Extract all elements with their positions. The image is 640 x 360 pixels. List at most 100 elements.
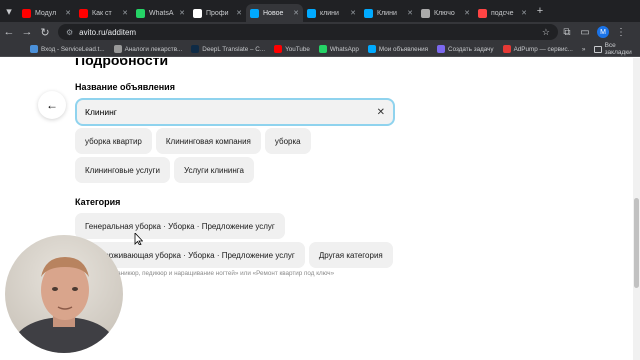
tab-close-icon[interactable]: ✕ [179, 9, 185, 17]
category-option[interactable]: Генеральная уборка · Уборка · Предложени… [75, 213, 285, 239]
browser-tab[interactable]: клини ✕ [303, 4, 360, 22]
back-nav-icon[interactable]: ← [0, 26, 18, 38]
browser-tab[interactable]: Модул ✕ [18, 4, 75, 22]
bookmark-item[interactable]: YouTube [274, 45, 310, 53]
bookmark-item[interactable]: WhatsApp [318, 45, 359, 53]
title-input-wrapper: ✕ [75, 98, 395, 126]
profile-avatar[interactable]: M [597, 26, 609, 38]
new-tab-icon[interactable]: + [531, 5, 549, 17]
bookmark-item[interactable]: Создать задачу [437, 45, 494, 53]
tab-label: подсче [491, 9, 514, 17]
tab-close-icon[interactable]: ✕ [407, 9, 413, 17]
tab-label: Как ст [92, 9, 112, 17]
tab-label: Профи [206, 9, 229, 17]
browser-tab[interactable]: Как ст ✕ [75, 4, 132, 22]
bookmark-favicon-icon [437, 45, 446, 53]
bookmark-item[interactable]: DeepL Translate – С... [191, 45, 265, 53]
browser-tab[interactable]: WhatsA ✕ [132, 4, 189, 22]
browser-tab[interactable]: Ключо ✕ [417, 4, 474, 22]
bookmark-item[interactable]: AdPump — сервис... [502, 45, 573, 53]
tab-close-icon[interactable]: ✕ [122, 9, 128, 17]
title-field-label: Название объявления [75, 82, 175, 92]
browser-toolbar: ← → ↻ ⚙ avito.ru/additem ☆ ⧉ ▭ M ⋮ [0, 22, 640, 42]
tab-label: Клини [377, 9, 397, 17]
tab-search-icon[interactable]: ▾ [0, 5, 18, 18]
arrow-left-icon: ← [46, 98, 58, 112]
tab-close-icon[interactable]: ✕ [65, 9, 71, 17]
page-title: Подробности [75, 58, 169, 68]
tab-label: клини [320, 9, 339, 17]
all-bookmarks[interactable]: Все закладки [594, 42, 634, 56]
tab-label: Ключо [434, 9, 455, 17]
browser-tab-bar: ▾ Модул ✕ Как ст ✕ WhatsA ✕ Профи ✕ Новое ✕ клини ✕… [0, 0, 640, 22]
category-row-2: Поддерживающая уборка · Уборка · Предлож… [75, 242, 397, 268]
url-text: avito.ru/additem [79, 27, 137, 37]
tab-label: Модул [35, 9, 57, 17]
tab-favicon-icon [79, 8, 88, 18]
tab-favicon-icon [307, 8, 316, 18]
bookmark-label: Создать задачу [448, 45, 494, 53]
forward-nav-icon[interactable]: → [18, 26, 36, 38]
downloads-icon[interactable]: ▭ [576, 27, 594, 38]
bookmark-favicon-icon [318, 45, 327, 53]
browser-tab[interactable]: Профи ✕ [189, 4, 246, 22]
bookmarks-bar: Вход - ServiceLead.t... Аналоги лекарств.… [0, 42, 640, 57]
suggestions-row-2: Клининговые услуги Услуги клининга [75, 157, 258, 183]
bookmark-favicon-icon [30, 45, 38, 53]
suggestion-chip[interactable]: уборка [264, 128, 311, 154]
bookmark-label: Вход - ServiceLead.t... [41, 45, 105, 53]
suggestion-chip[interactable]: Клининговые услуги [75, 157, 170, 183]
bookmark-star-icon[interactable]: ☆ [542, 27, 550, 38]
bookmark-label: AdPump — сервис... [513, 45, 573, 53]
bookmark-favicon-icon [502, 45, 511, 53]
tab-close-icon[interactable]: ✕ [350, 9, 356, 17]
suggestion-chip[interactable]: Услуги клининга [173, 157, 254, 183]
tab-label: Новое [263, 9, 284, 17]
bookmark-label: Мои объявления [378, 45, 429, 53]
bookmark-item[interactable]: Вход - ServiceLead.t... [30, 45, 105, 53]
suggestions-row-1: уборка квартир Клининговая компания убор… [75, 128, 315, 154]
menu-icon[interactable]: ⋮ [612, 27, 630, 38]
tab-close-icon[interactable]: ✕ [236, 9, 242, 17]
bookmark-label: YouTube [285, 45, 310, 53]
bookmark-favicon-icon [191, 45, 200, 53]
clear-input-icon[interactable]: ✕ [377, 107, 385, 118]
tab-favicon-icon [22, 8, 31, 18]
tab-favicon-icon [193, 8, 202, 18]
tab-favicon-icon [478, 8, 487, 18]
back-button[interactable]: ← [38, 91, 66, 119]
reload-icon[interactable]: ↻ [36, 26, 54, 39]
bookmarks-overflow-icon[interactable]: » [582, 46, 586, 53]
tab-favicon-icon [364, 8, 373, 18]
site-info-icon[interactable]: ⚙ [66, 28, 73, 37]
scrollbar-thumb[interactable] [634, 198, 639, 288]
suggestion-chip[interactable]: Клининговая компания [155, 128, 261, 154]
bookmark-label: Аналоги лекарств... [124, 45, 183, 53]
bookmark-favicon-icon [113, 45, 122, 53]
bookmark-label: WhatsApp [329, 45, 359, 53]
page-scrollbar[interactable] [633, 58, 640, 360]
category-label: Категория [75, 197, 121, 207]
bookmark-item[interactable]: Мои объявления [367, 45, 429, 53]
category-option[interactable]: Другая категория [308, 242, 393, 268]
tab-favicon-icon [136, 8, 145, 18]
bookmark-item[interactable]: Аналоги лекарств... [113, 45, 183, 53]
suggestion-chip[interactable]: уборка квартир [75, 128, 152, 154]
browser-tab[interactable]: Клини ✕ [360, 4, 417, 22]
tab-label: WhatsA [149, 9, 174, 17]
tab-close-icon[interactable]: ✕ [521, 9, 527, 17]
bookmark-favicon-icon [367, 45, 376, 53]
folder-icon [594, 45, 602, 53]
title-input[interactable] [85, 107, 377, 117]
tab-close-icon[interactable]: ✕ [464, 9, 470, 17]
address-bar[interactable]: ⚙ avito.ru/additem ☆ [58, 24, 558, 40]
webcam-overlay [5, 235, 123, 353]
tab-favicon-icon [421, 8, 430, 18]
browser-tab[interactable]: Новое ✕ [246, 4, 303, 22]
extensions-icon[interactable]: ⧉ [558, 27, 576, 38]
category-row-1: Генеральная уборка · Уборка · Предложени… [75, 213, 289, 239]
tab-close-icon[interactable]: ✕ [293, 9, 299, 17]
bookmark-favicon-icon [274, 45, 283, 53]
tab-favicon-icon [250, 8, 259, 18]
browser-tab[interactable]: подсче ✕ [474, 4, 531, 22]
